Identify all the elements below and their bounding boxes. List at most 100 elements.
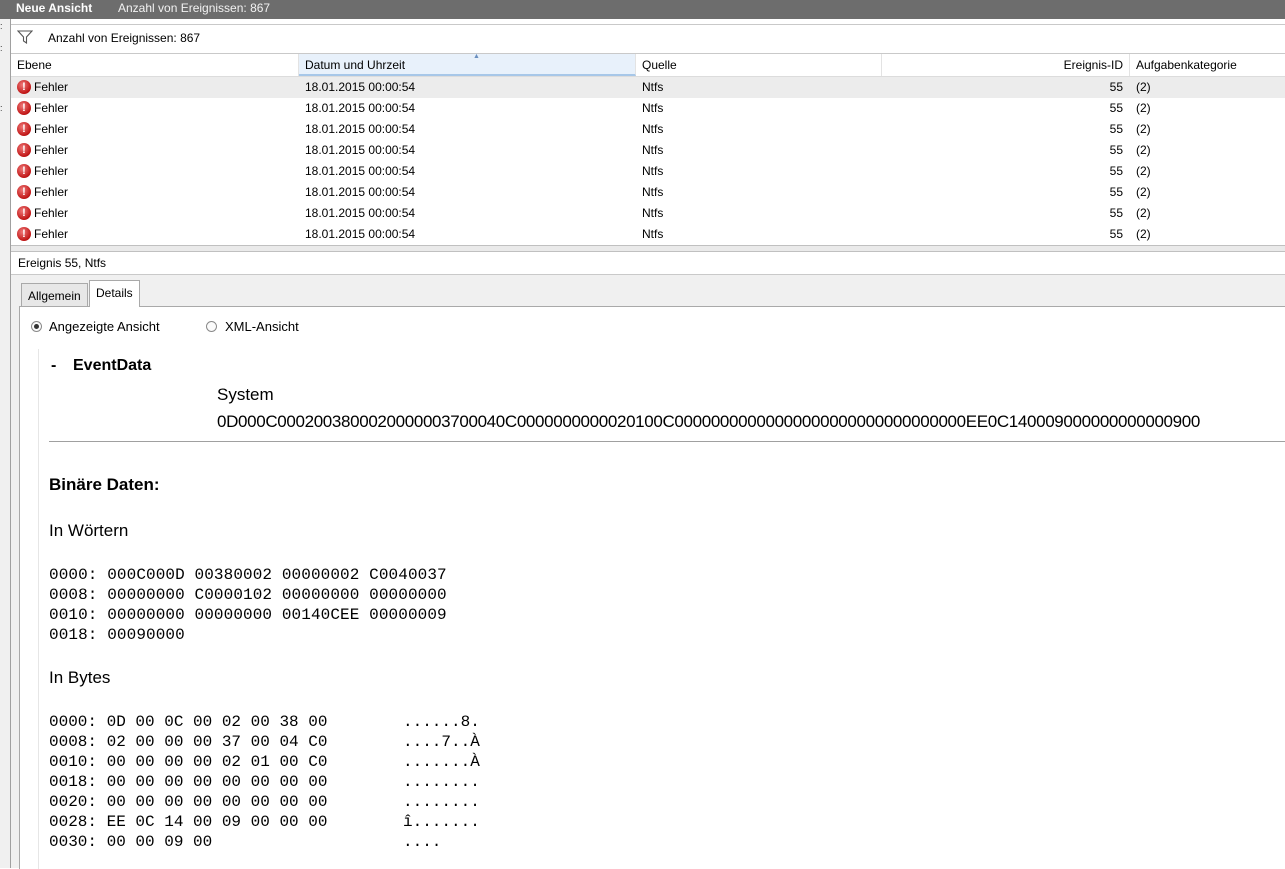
bytes-hex-line: 0010: 00 00 00 00 02 01 00 C0 xyxy=(49,753,328,771)
cell-source: Ntfs xyxy=(642,80,664,94)
left-edge-mark: : xyxy=(0,103,3,113)
cell-event-id: 55 xyxy=(1109,164,1123,178)
cell-category: (2) xyxy=(1136,143,1151,157)
cell-datetime: 18.01.2015 00:00:54 xyxy=(305,227,416,241)
binary-data-title: Binäre Daten: xyxy=(49,475,160,494)
cell-category: (2) xyxy=(1136,122,1151,136)
table-row[interactable]: Fehler 18.01.2015 00:00:54 Ntfs 55 (2) xyxy=(11,161,1285,182)
cell-level: Fehler xyxy=(34,206,69,220)
cell-datetime: 18.01.2015 00:00:54 xyxy=(305,164,416,178)
friendly-view-radio[interactable] xyxy=(31,321,42,332)
cell-event-id: 55 xyxy=(1109,185,1123,199)
cell-source: Ntfs xyxy=(642,206,664,220)
tab-general[interactable]: Allgemein xyxy=(21,283,88,307)
table-row[interactable]: Fehler 18.01.2015 00:00:54 Ntfs 55 (2) xyxy=(11,182,1285,203)
cell-datetime: 18.01.2015 00:00:54 xyxy=(305,101,416,115)
error-icon xyxy=(17,163,31,179)
error-icon xyxy=(17,100,31,116)
bytes-hex-line: 0018: 00 00 00 00 00 00 00 00 xyxy=(49,773,328,791)
filter-icon[interactable] xyxy=(16,30,34,47)
bytes-ascii-line: ........ xyxy=(403,793,480,811)
event-data-view: - EventData System 0D000C0002003800020000… xyxy=(38,349,1285,869)
column-header-level[interactable]: Ebene xyxy=(11,54,299,76)
left-panel-edge[interactable]: : : : xyxy=(0,19,11,868)
cell-datetime: 18.01.2015 00:00:54 xyxy=(305,206,416,220)
error-icon xyxy=(17,226,31,242)
pane-splitter[interactable] xyxy=(11,245,1285,252)
filter-event-count: Anzahl von Ereignissen: 867 xyxy=(48,31,201,45)
error-icon xyxy=(17,184,31,200)
bytes-ascii-line: î....... xyxy=(403,813,480,831)
table-row[interactable]: Fehler 18.01.2015 00:00:54 Ntfs 55 (2) xyxy=(11,119,1285,140)
cell-level: Fehler xyxy=(34,101,69,115)
table-row[interactable]: Fehler 18.01.2015 00:00:54 Ntfs 55 (2) xyxy=(11,203,1285,224)
bytes-hex-line: 0008: 02 00 00 00 37 00 04 C0 xyxy=(49,733,328,751)
collapse-toggle[interactable]: - xyxy=(51,357,73,375)
system-value: 0D000C0002003800020000003700040C00000000… xyxy=(217,412,1200,431)
bytes-hex-line: 0030: 00 00 09 00 xyxy=(49,833,213,851)
cell-event-id: 55 xyxy=(1109,80,1123,94)
cell-source: Ntfs xyxy=(642,164,664,178)
event-grid-header: Ebene Datum und Uhrzeit ▲ Quelle Ereigni… xyxy=(11,53,1285,77)
table-row[interactable]: Fehler 18.01.2015 00:00:54 Ntfs 55 (2) xyxy=(11,140,1285,161)
error-icon xyxy=(17,121,31,137)
column-header-source[interactable]: Quelle xyxy=(636,54,882,76)
divider xyxy=(49,441,1285,442)
left-edge-mark: : xyxy=(0,21,3,31)
cell-level: Fehler xyxy=(34,143,69,157)
xml-view-label[interactable]: XML-Ansicht xyxy=(225,319,299,334)
eventdata-title: EventData xyxy=(73,357,152,374)
cell-event-id: 55 xyxy=(1109,206,1123,220)
words-line: 0018: 00090000 xyxy=(49,626,185,644)
tab-details[interactable]: Details xyxy=(89,280,140,307)
column-header-event-id[interactable]: Ereignis-ID xyxy=(882,54,1130,76)
error-icon xyxy=(17,205,31,221)
cell-level: Fehler xyxy=(34,185,69,199)
column-header-task-category[interactable]: Aufgabenkategorie xyxy=(1130,54,1285,76)
cell-datetime: 18.01.2015 00:00:54 xyxy=(305,122,416,136)
bytes-label: In Bytes xyxy=(49,668,111,687)
cell-level: Fehler xyxy=(34,164,69,178)
words-line: 0010: 00000000 00000000 00140CEE 0000000… xyxy=(49,606,447,624)
cell-source: Ntfs xyxy=(642,122,664,136)
bytes-hex-line: 0020: 00 00 00 00 00 00 00 00 xyxy=(49,793,328,811)
eventdata-heading: - EventData xyxy=(51,357,151,375)
xml-view-radio[interactable] xyxy=(206,321,217,332)
table-row[interactable]: Fehler 18.01.2015 00:00:54 Ntfs 55 (2) xyxy=(11,98,1285,119)
cell-source: Ntfs xyxy=(642,101,664,115)
cell-datetime: 18.01.2015 00:00:54 xyxy=(305,80,416,94)
event-detail-pane: Allgemein Details Angezeigte Ansicht XML… xyxy=(11,275,1285,869)
event-detail-title: Ereignis 55, Ntfs xyxy=(18,256,107,270)
bytes-ascii-line: ........ xyxy=(403,773,480,791)
friendly-view-label[interactable]: Angezeigte Ansicht xyxy=(49,319,160,334)
cell-category: (2) xyxy=(1136,164,1151,178)
cell-category: (2) xyxy=(1136,206,1151,220)
bytes-hex-line: 0000: 0D 00 0C 00 02 00 38 00 xyxy=(49,713,328,731)
cell-category: (2) xyxy=(1136,101,1151,115)
view-title-bar: Neue Ansicht Anzahl von Ereignissen: 867 xyxy=(0,0,1285,19)
error-icon xyxy=(17,79,31,95)
table-row[interactable]: Fehler 18.01.2015 00:00:54 Ntfs 55 (2) xyxy=(11,224,1285,245)
table-row[interactable]: Fehler 18.01.2015 00:00:54 Ntfs 55 (2) xyxy=(11,77,1285,98)
words-line: 0000: 000C000D 00380002 00000002 C004003… xyxy=(49,566,447,584)
bytes-hex-line: 0028: EE 0C 14 00 09 00 00 00 xyxy=(49,813,328,831)
cell-level: Fehler xyxy=(34,122,69,136)
cell-datetime: 18.01.2015 00:00:54 xyxy=(305,143,416,157)
words-line: 0008: 00000000 C0000102 00000000 0000000… xyxy=(49,586,447,604)
cell-level: Fehler xyxy=(34,227,69,241)
cell-event-id: 55 xyxy=(1109,227,1123,241)
sort-indicator-icon: ▲ xyxy=(473,53,480,60)
cell-source: Ntfs xyxy=(642,185,664,199)
cell-source: Ntfs xyxy=(642,143,664,157)
system-label: System xyxy=(217,385,274,404)
words-label: In Wörtern xyxy=(49,521,129,540)
cell-event-id: 55 xyxy=(1109,101,1123,115)
bytes-ascii-line: ....7..À xyxy=(403,733,480,751)
cell-event-id: 55 xyxy=(1109,143,1123,157)
event-detail-header: Ereignis 55, Ntfs xyxy=(11,252,1285,275)
view-name: Neue Ansicht xyxy=(16,1,93,15)
cell-source: Ntfs xyxy=(642,227,664,241)
bytes-ascii-line: .... xyxy=(403,833,442,851)
column-header-datetime[interactable]: Datum und Uhrzeit xyxy=(299,54,636,76)
title-event-count: Anzahl von Ereignissen: 867 xyxy=(118,1,271,15)
